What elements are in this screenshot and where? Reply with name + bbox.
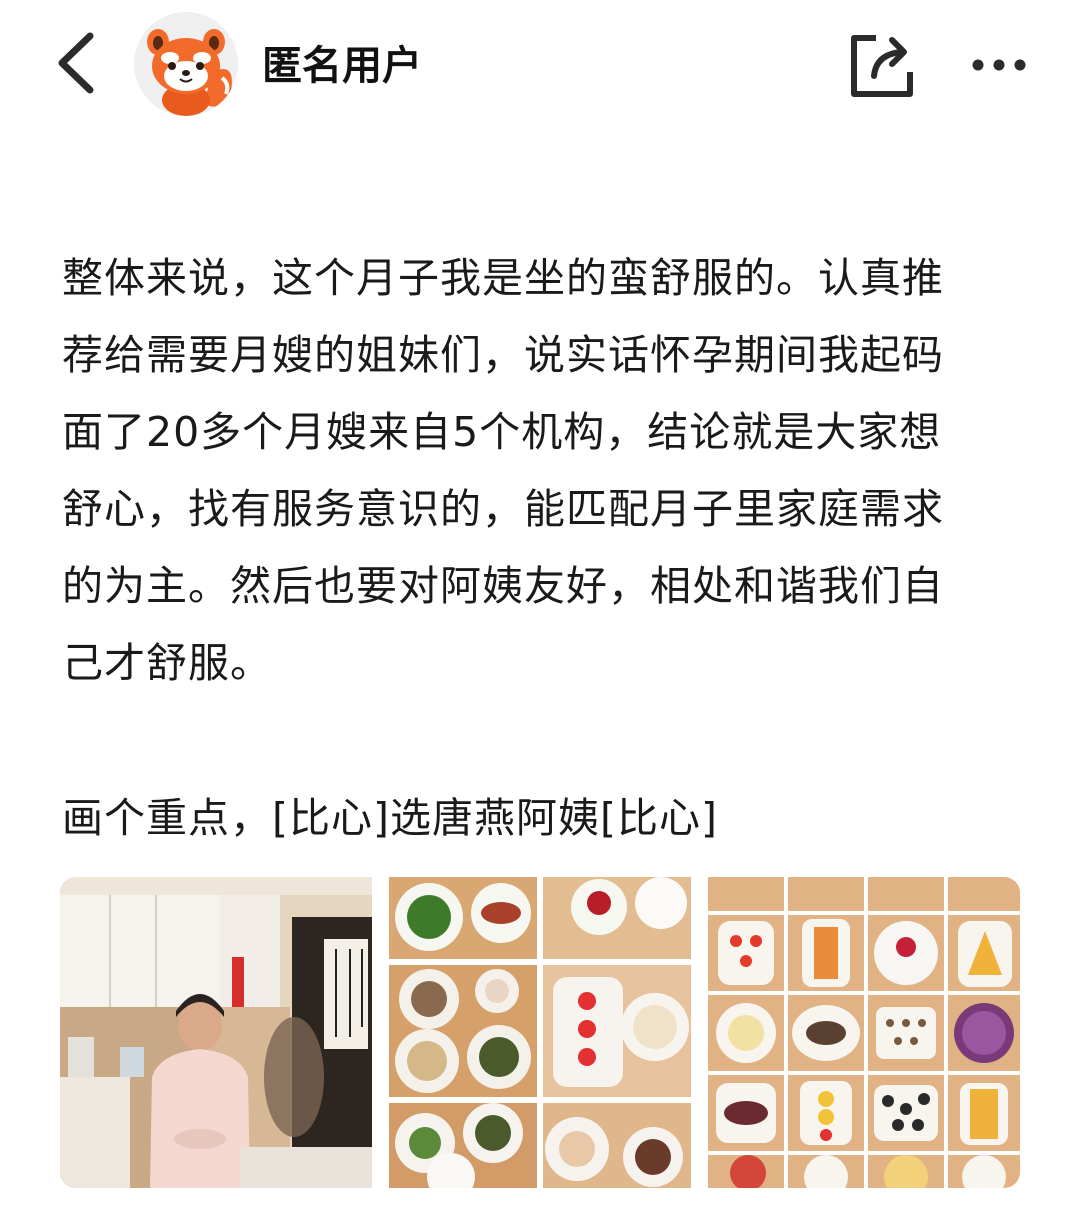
- more-icon: [972, 59, 1026, 71]
- post-body-text: 整体来说，这个月子我是坐的蛮舒服的。认真推 荐给需要月嫂的姐妹们，说实话怀孕期间…: [62, 254, 944, 687]
- more-options-button[interactable]: [964, 40, 1034, 90]
- share-button[interactable]: [846, 30, 918, 102]
- avatar[interactable]: [134, 12, 238, 116]
- desserts-photo-image: [708, 877, 1020, 1188]
- post-image-room[interactable]: [60, 877, 372, 1188]
- room-photo-image: [60, 877, 372, 1188]
- meals-photo-image: [389, 877, 691, 1188]
- share-icon: [851, 35, 913, 97]
- top-bar: 匿名用户: [0, 0, 1080, 130]
- red-panda-avatar-icon: [134, 12, 238, 116]
- post-highlight-text: 画个重点，[比心]选唐燕阿姨[比心]: [62, 794, 718, 842]
- username[interactable]: 匿名用户: [262, 40, 422, 92]
- chevron-left-icon: [58, 32, 94, 94]
- post-image-desserts[interactable]: [708, 877, 1020, 1188]
- back-button[interactable]: [48, 28, 108, 98]
- post-image-meals[interactable]: [389, 877, 691, 1188]
